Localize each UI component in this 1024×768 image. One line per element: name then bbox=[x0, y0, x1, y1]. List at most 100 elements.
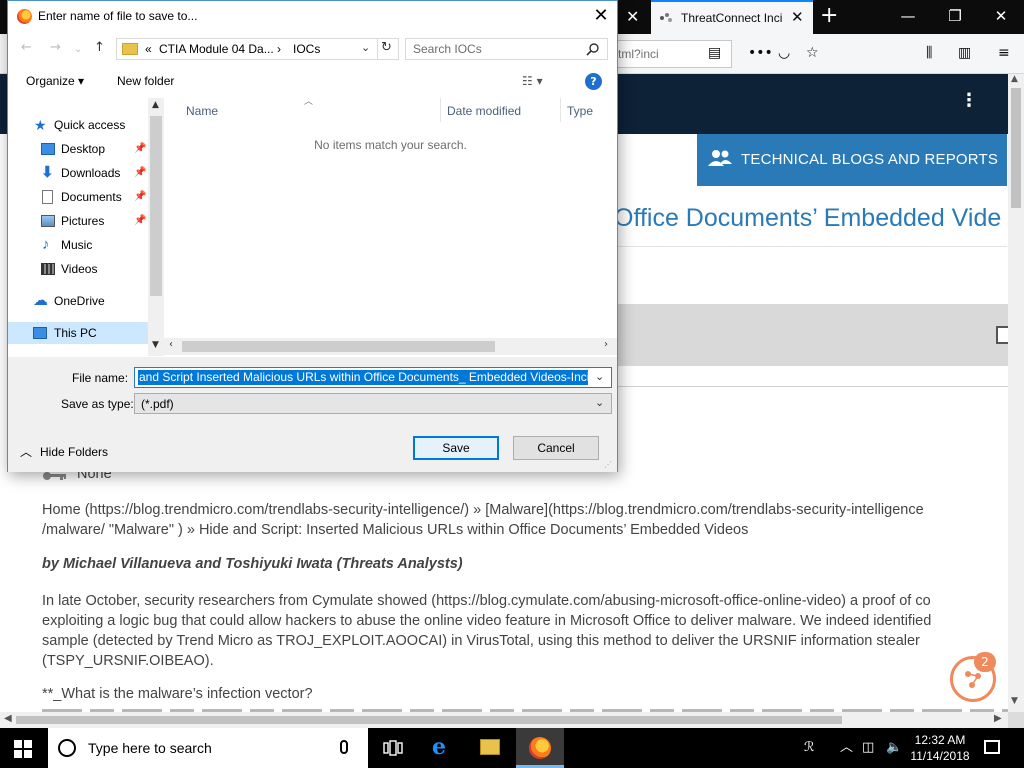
search-input[interactable] bbox=[406, 39, 581, 59]
network-icon[interactable]: ◫ bbox=[862, 738, 874, 758]
hamburger-menu-icon[interactable]: ≡ bbox=[998, 44, 1010, 62]
path-overflow[interactable]: « bbox=[145, 42, 152, 56]
reader-view-icon[interactable]: ▤ bbox=[708, 44, 721, 62]
cancel-button[interactable]: Cancel bbox=[513, 436, 599, 460]
scroll-thumb[interactable] bbox=[1011, 88, 1021, 208]
sidebar-icon[interactable]: ▥ bbox=[958, 44, 971, 62]
column-divider[interactable] bbox=[440, 98, 441, 122]
back-arrow-icon[interactable]: ← bbox=[21, 40, 32, 56]
pin-icon: 📌 bbox=[134, 143, 147, 154]
nav-item-quick-access[interactable]: ★ Quick access bbox=[8, 114, 148, 136]
nav-item-pictures[interactable]: Pictures 📌 bbox=[8, 210, 148, 232]
pocket-icon[interactable]: ◡ bbox=[778, 44, 790, 62]
new-folder-button[interactable]: New folder bbox=[117, 74, 174, 88]
page-actions-icon[interactable]: ••• bbox=[748, 44, 773, 62]
chevron-down-icon[interactable]: ⌄ bbox=[595, 370, 604, 383]
microphone-icon[interactable] bbox=[340, 740, 348, 754]
page-vertical-scrollbar[interactable]: ▲ ▼ bbox=[1008, 74, 1024, 712]
volume-icon[interactable]: 🔈 bbox=[886, 738, 902, 758]
taskbar-search-box[interactable]: Type here to search bbox=[48, 728, 368, 768]
breadcrumb-line[interactable]: /malware/ "Malware" ) » Hide and Script:… bbox=[42, 520, 1008, 540]
nav-item-onedrive[interactable]: ☁ OneDrive bbox=[8, 290, 148, 312]
file-explorer-app[interactable] bbox=[466, 728, 514, 768]
nav-item-downloads[interactable]: ⬇ Downloads 📌 bbox=[8, 162, 148, 184]
new-tab-icon[interactable]: + bbox=[820, 4, 838, 28]
column-header-name[interactable]: Name bbox=[186, 104, 218, 118]
hide-folders-toggle[interactable]: ︿ Hide Folders bbox=[20, 443, 108, 460]
minimize-icon[interactable]: — bbox=[888, 6, 928, 26]
scroll-thumb[interactable] bbox=[182, 341, 495, 352]
scroll-right-icon[interactable]: › bbox=[604, 339, 608, 350]
action-center-icon[interactable] bbox=[984, 740, 1000, 754]
nav-item-this-pc[interactable]: This PC bbox=[8, 322, 148, 344]
pictures-icon bbox=[41, 215, 55, 227]
paragraph-line: sample (detected by Trend Micro as TROJ_… bbox=[42, 633, 920, 649]
task-view-icon bbox=[383, 740, 403, 756]
people-icon[interactable]: ℛ bbox=[804, 738, 814, 758]
column-header-type[interactable]: Type bbox=[567, 104, 593, 118]
scroll-thumb[interactable] bbox=[16, 716, 842, 724]
up-arrow-icon[interactable]: ↑ bbox=[94, 40, 105, 56]
windows-start-icon[interactable] bbox=[14, 740, 32, 758]
column-divider[interactable] bbox=[560, 98, 561, 122]
scroll-left-icon[interactable]: ‹ bbox=[169, 339, 173, 350]
save-button[interactable]: Save bbox=[413, 436, 499, 460]
scroll-up-icon[interactable]: ▲ bbox=[152, 100, 159, 110]
scroll-down-icon[interactable]: ▼ bbox=[152, 340, 159, 350]
resize-grip-icon[interactable]: ⋰ bbox=[604, 460, 612, 469]
nav-item-desktop[interactable]: Desktop 📌 bbox=[8, 138, 148, 160]
close-tab-icon[interactable]: ✕ bbox=[626, 7, 639, 27]
clock-date: 11/14/2018 bbox=[910, 749, 970, 763]
nav-item-music[interactable]: ♪ Music bbox=[8, 234, 148, 256]
close-window-icon[interactable]: ✕ bbox=[981, 6, 1021, 26]
chevron-down-icon[interactable]: ⌄ bbox=[361, 41, 370, 54]
scroll-thumb[interactable] bbox=[150, 116, 162, 296]
chevron-up-icon[interactable]: ︿ bbox=[840, 738, 853, 758]
nav-item-label: Desktop bbox=[61, 142, 106, 156]
scroll-left-icon[interactable]: ◀ bbox=[4, 713, 12, 724]
save-as-type-select[interactable]: (*.pdf) ⌄ bbox=[134, 393, 612, 414]
nav-pane-scrollbar[interactable]: ▲ ▼ bbox=[148, 98, 164, 356]
system-clock[interactable]: 12:32 AM 11/14/2018 bbox=[904, 732, 976, 764]
breadcrumb-line[interactable]: Home (https://blog.trendmicro.com/trendl… bbox=[42, 500, 1008, 520]
help-icon[interactable]: ? bbox=[585, 73, 602, 90]
url-text: tml?inci bbox=[618, 47, 659, 61]
refresh-icon[interactable]: ↻ bbox=[381, 40, 392, 55]
search-field[interactable] bbox=[405, 38, 608, 60]
nav-item-documents[interactable]: Documents 📌 bbox=[8, 186, 148, 208]
threatconnect-favicon-icon bbox=[660, 13, 672, 22]
column-header-date-modified[interactable]: Date modified bbox=[447, 104, 521, 118]
file-name-field[interactable]: and Script Inserted Malicious URLs withi… bbox=[134, 367, 612, 388]
file-list-scrollbar[interactable]: ‹ › bbox=[164, 338, 617, 355]
path-segment-iocs[interactable]: IOCs bbox=[293, 42, 320, 56]
chevron-down-icon[interactable]: ⌄ bbox=[595, 396, 604, 409]
firefox-app[interactable] bbox=[516, 728, 564, 768]
close-tab-icon[interactable]: ✕ bbox=[791, 8, 804, 26]
close-icon[interactable]: ✕ bbox=[588, 4, 614, 28]
forward-arrow-icon[interactable]: → bbox=[50, 40, 61, 56]
bookmark-star-icon[interactable]: ☆ bbox=[806, 44, 819, 62]
kebab-icon[interactable]: ⋮ bbox=[960, 90, 978, 112]
organize-button[interactable]: Organize ▾ bbox=[26, 74, 84, 88]
path-chevron[interactable]: › bbox=[277, 42, 281, 56]
view-options-icon[interactable]: ☷ ▾ bbox=[522, 74, 543, 88]
task-view-button[interactable] bbox=[368, 728, 416, 768]
nav-item-label: Pictures bbox=[61, 214, 105, 228]
path-segment-module[interactable]: CTIA Module 04 Da... bbox=[159, 42, 274, 56]
recent-locations-chevron-icon[interactable]: ⌄ bbox=[74, 42, 82, 58]
divider bbox=[617, 246, 1007, 247]
technical-blogs-button[interactable]: TECHNICAL BLOGS AND REPORTS bbox=[697, 134, 1007, 186]
tab-threatconnect[interactable]: ThreatConnect Inci ✕ bbox=[651, 0, 813, 34]
scroll-up-icon[interactable]: ▲ bbox=[1011, 74, 1018, 84]
scroll-right-icon[interactable]: ▶ bbox=[994, 713, 1002, 724]
edge-app[interactable]: e bbox=[418, 728, 466, 768]
library-icon[interactable]: ⫼ bbox=[926, 44, 932, 62]
address-bar[interactable]: « CTIA Module 04 Da... › IOCs ⌄ ↻ bbox=[116, 38, 399, 60]
restore-icon[interactable]: ❐ bbox=[935, 6, 975, 26]
page-horizontal-scrollbar[interactable]: ◀ ▶ bbox=[0, 712, 1008, 728]
file-name-value[interactable]: and Script Inserted Malicious URLs withi… bbox=[138, 370, 588, 385]
nav-item-videos[interactable]: Videos bbox=[8, 258, 148, 280]
dialog-footer: File name: and Script Inserted Malicious… bbox=[8, 357, 617, 472]
notification-badge: 2 bbox=[974, 652, 996, 672]
scroll-down-icon[interactable]: ▼ bbox=[1011, 696, 1018, 706]
